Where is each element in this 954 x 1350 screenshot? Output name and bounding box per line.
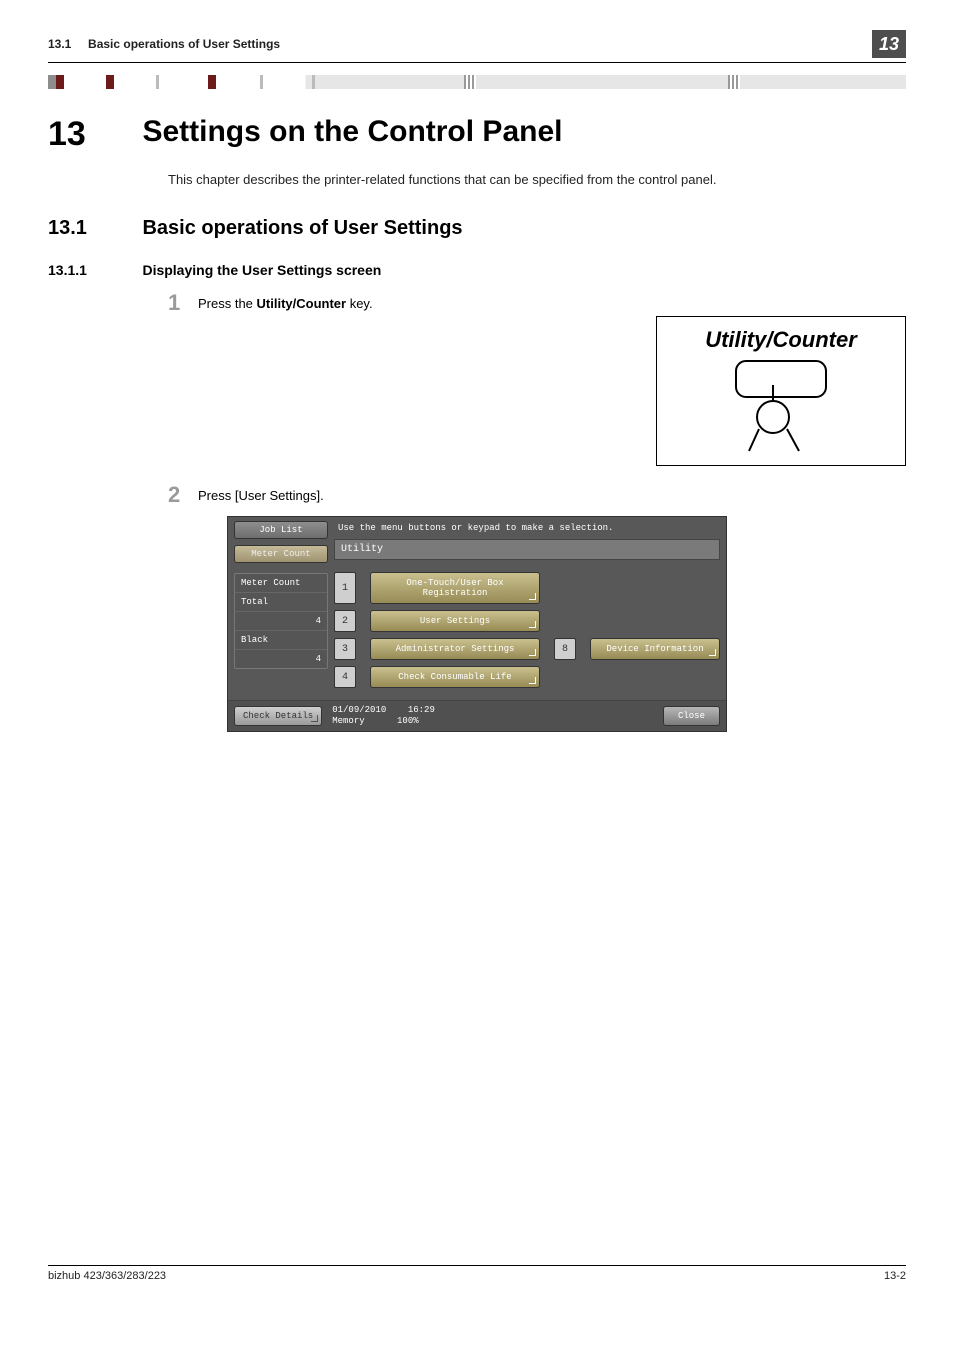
step-1-number: 1 (168, 292, 198, 314)
tab-meter-count[interactable]: Meter Count (234, 545, 328, 563)
menu-num-2: 2 (334, 610, 356, 632)
step-1: 1 Press the Utility/Counter key. (168, 292, 906, 314)
runhdr-sectitle: Basic operations of User Settings (88, 37, 280, 51)
chapter-lead: This chapter describes the printer-relat… (168, 172, 906, 187)
status-mem-label: Memory (332, 716, 364, 726)
panel-prompt: Use the menu buttons or keypad to make a… (334, 521, 720, 539)
status-line: 01/09/2010 16:29 Memory 100% (332, 705, 663, 727)
chapter-heading: 13 Settings on the Control Panel (48, 115, 906, 154)
menu-num-8: 8 (554, 638, 576, 660)
step-1-text: Press the Utility/Counter key. (198, 292, 373, 311)
press-key-illustration (711, 359, 851, 454)
menu-num-1: 1 (334, 572, 356, 604)
menu-check-consumable-life[interactable]: Check Consumable Life (370, 666, 540, 688)
device-touchscreen-figure: Job List Meter Count Meter Count Total 4… (227, 516, 727, 732)
section-heading: 13.1 Basic operations of User Settings (48, 217, 906, 240)
step-2-number: 2 (168, 484, 198, 506)
status-mem-value: 100% (397, 716, 419, 726)
meter-count-block: Meter Count Total 4 Black 4 (234, 573, 328, 669)
step1-prefix: Press the (198, 296, 257, 311)
menu-one-touch-user-box[interactable]: One-Touch/User Box Registration (370, 572, 540, 604)
utility-counter-key-figure: Utility/Counter (656, 316, 906, 466)
meter-black-label: Black (235, 631, 327, 650)
subsection-title: Displaying the User Settings screen (142, 262, 381, 278)
step1-bold: Utility/Counter (257, 296, 347, 311)
runhdr-secnum: 13.1 (48, 37, 71, 51)
section-num: 13.1 (48, 217, 138, 240)
running-header: 13.1 Basic operations of User Settings 1… (48, 30, 906, 63)
chapter-number-box: 13 (872, 30, 906, 58)
utility-title: Utility (334, 539, 720, 560)
page-footer: bizhub 423/363/283/223 13-2 (48, 1265, 906, 1282)
thumb-index-bar (48, 75, 906, 89)
menu-num-3: 3 (334, 638, 356, 660)
status-time: 16:29 (408, 705, 435, 715)
meter-total-value: 4 (235, 612, 327, 631)
chapter-num: 13 (48, 115, 138, 154)
menu-user-settings[interactable]: User Settings (370, 610, 540, 632)
meter-total-label: Total (235, 593, 327, 612)
tab-job-list[interactable]: Job List (234, 521, 328, 539)
menu-num-4: 4 (334, 666, 356, 688)
step1-suffix: key. (346, 296, 373, 311)
section-title: Basic operations of User Settings (142, 217, 462, 240)
step-2-text: Press [User Settings]. (198, 484, 324, 503)
check-details-button[interactable]: Check Details (234, 706, 322, 726)
chapter-title: Settings on the Control Panel (142, 115, 562, 149)
subsection-heading: 13.1.1 Displaying the User Settings scre… (48, 262, 906, 280)
utility-counter-label: Utility/Counter (669, 327, 893, 353)
menu-device-information[interactable]: Device Information (590, 638, 720, 660)
status-date: 01/09/2010 (332, 705, 386, 715)
meter-header: Meter Count (235, 574, 327, 593)
menu-administrator-settings[interactable]: Administrator Settings (370, 638, 540, 660)
footer-model: bizhub 423/363/283/223 (48, 1270, 166, 1282)
meter-black-value: 4 (235, 650, 327, 668)
close-button[interactable]: Close (663, 706, 720, 726)
subsection-num: 13.1.1 (48, 262, 138, 278)
footer-page: 13-2 (884, 1270, 906, 1282)
running-header-text: 13.1 Basic operations of User Settings (48, 37, 872, 51)
step-2: 2 Press [User Settings]. (168, 484, 906, 506)
